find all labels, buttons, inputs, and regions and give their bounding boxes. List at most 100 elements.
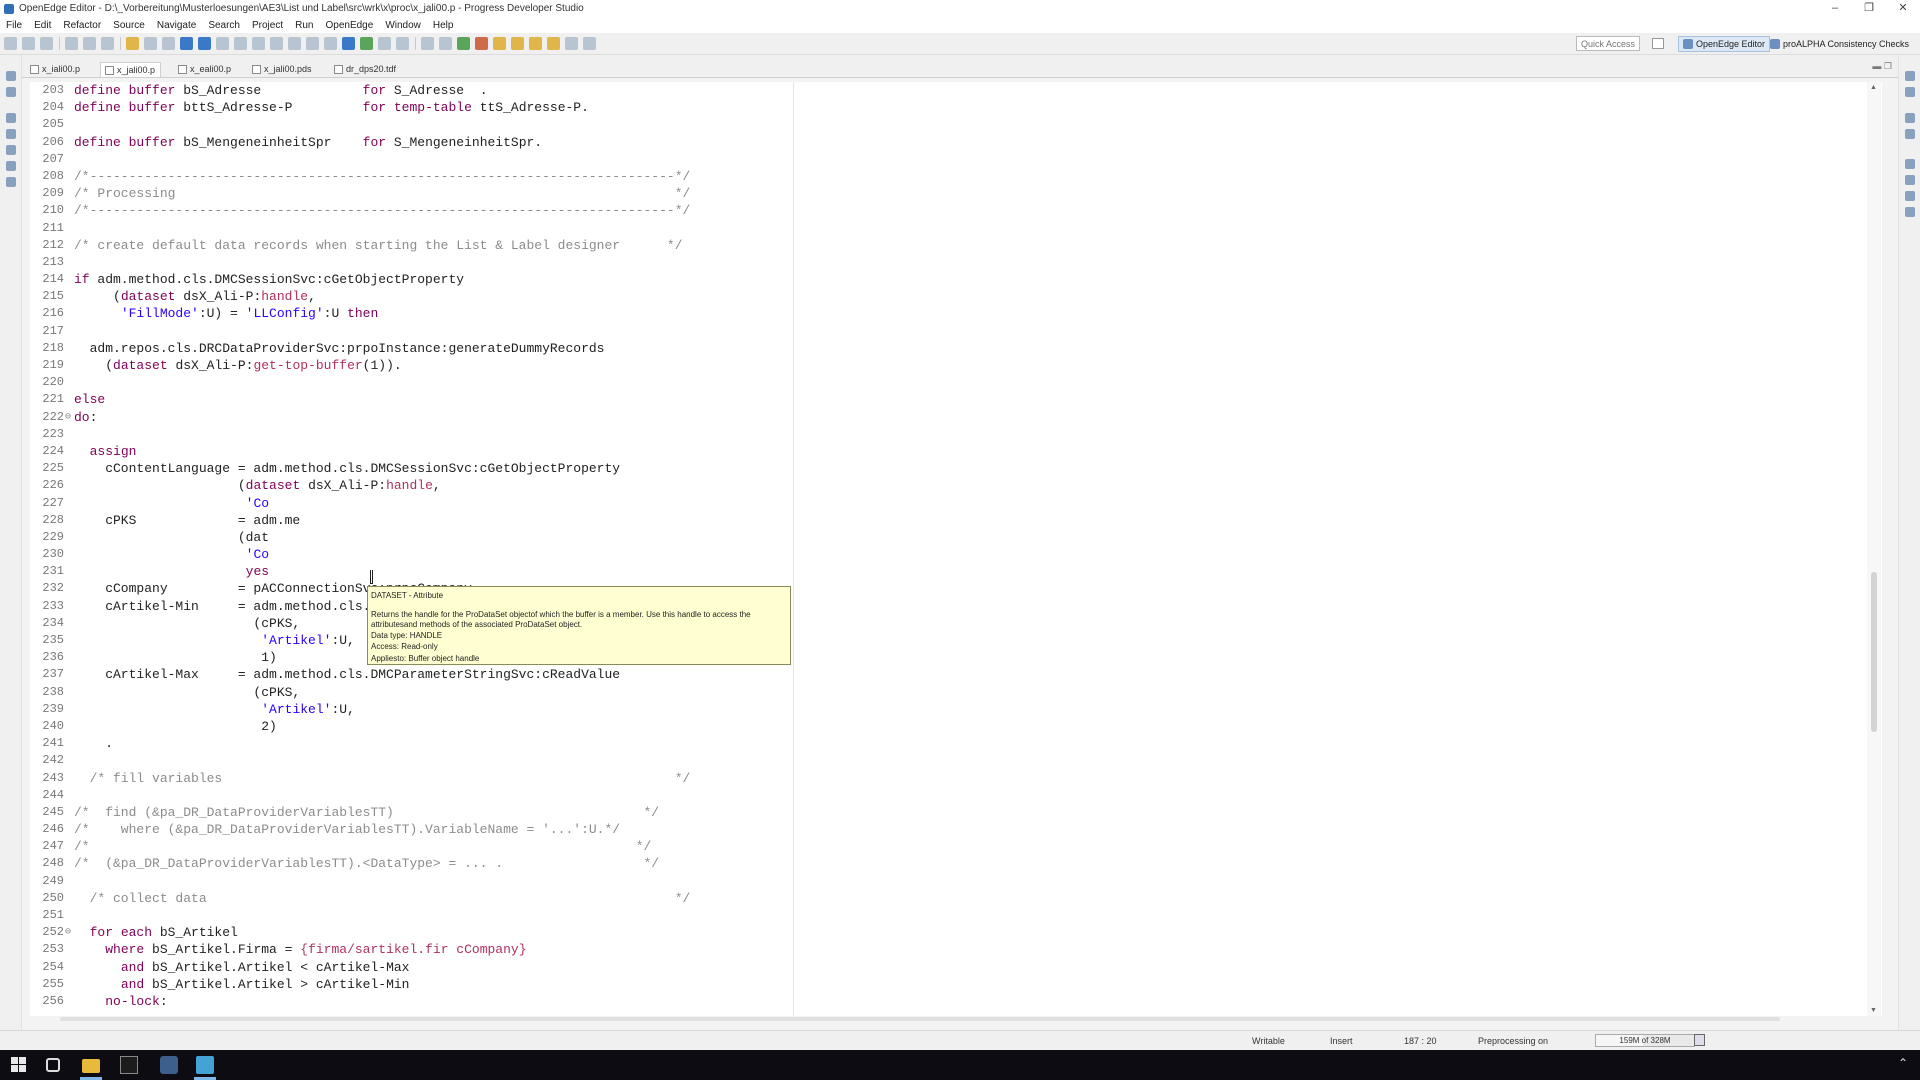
code-line[interactable]: 237 cArtikel-Max = adm.method.cls.DMCPar…: [30, 666, 1870, 683]
code-line[interactable]: 239 'Artikel':U,: [30, 701, 1870, 718]
code-line[interactable]: 218 adm.repos.cls.DRCDataProviderSvc:prp…: [30, 340, 1870, 357]
code-line[interactable]: 225 cContentLanguage = adm.method.cls.DM…: [30, 460, 1870, 477]
database-view-icon[interactable]: [6, 177, 16, 187]
terminal-icon[interactable]: [120, 1056, 138, 1074]
fold-toggle-icon[interactable]: ⊖: [65, 409, 71, 426]
code-line[interactable]: 245 /* find (&pa_DR_DataProviderVariables…: [30, 804, 1870, 821]
code-line[interactable]: 254 and bS_Artikel.Artikel < cArtikel-Ma…: [30, 959, 1870, 976]
menu-edit[interactable]: Edit: [34, 20, 51, 31]
menu-file[interactable]: File: [6, 20, 22, 31]
comment-icon[interactable]: [234, 37, 247, 50]
expand-icon[interactable]: [270, 37, 283, 50]
scroll-down-icon[interactable]: ▼: [1870, 1007, 1877, 1014]
format-icon[interactable]: [180, 37, 193, 50]
database-icon[interactable]: [342, 37, 355, 50]
code-line[interactable]: 235 'Artikel':U,: [30, 632, 1870, 649]
server-icon[interactable]: [6, 161, 16, 171]
save-all-icon[interactable]: [40, 37, 53, 50]
windows-start-icon[interactable]: [10, 1056, 28, 1074]
minimize-button[interactable]: –: [1818, 0, 1852, 17]
check-syntax-icon[interactable]: [162, 37, 175, 50]
fold-toggle-icon[interactable]: ⊖: [65, 924, 71, 941]
vertical-scrollbar[interactable]: ▲ ▼: [1867, 82, 1881, 1016]
outline-view-icon[interactable]: [1905, 87, 1915, 97]
code-line[interactable]: 203 define buffer bS_Adresse for S_Adress…: [30, 82, 1870, 99]
code-line[interactable]: 230 'Co: [30, 546, 1870, 563]
settings-icon[interactable]: [439, 37, 452, 50]
code-line[interactable]: 241 .: [30, 735, 1870, 752]
code-line[interactable]: 244: [30, 787, 1870, 804]
scroll-thumb[interactable]: [1871, 572, 1877, 732]
code-line[interactable]: 250 /* collect data */: [30, 890, 1870, 907]
menu-refactor[interactable]: Refactor: [63, 20, 101, 31]
problems-icon[interactable]: [6, 145, 16, 155]
menu-openedge[interactable]: OpenEdge: [325, 20, 373, 31]
toggle-mark-icon[interactable]: [306, 37, 319, 50]
close-button[interactable]: ✕: [1886, 0, 1920, 17]
tasks-icon[interactable]: [1905, 191, 1915, 201]
collapse-icon[interactable]: [288, 37, 301, 50]
code-line[interactable]: 208 /*-----------------------------------…: [30, 168, 1870, 185]
code-line[interactable]: 221 else: [30, 391, 1870, 408]
console-icon[interactable]: [1905, 175, 1915, 185]
back-icon[interactable]: [565, 37, 578, 50]
open-type-icon[interactable]: [126, 37, 139, 50]
code-line[interactable]: 228 cPKS = adm.me: [30, 512, 1870, 529]
code-line[interactable]: 248 /* (&pa_DR_DataProviderVariablesTT).<…: [30, 855, 1870, 872]
compile-icon[interactable]: [144, 37, 157, 50]
code-line[interactable]: 217: [30, 323, 1870, 340]
file-explorer-icon[interactable]: [82, 1059, 100, 1073]
new-file-icon[interactable]: [4, 37, 17, 50]
open-perspective-icon[interactable]: [1652, 38, 1664, 49]
code-line[interactable]: 224 assign: [30, 443, 1870, 460]
forward-icon[interactable]: [583, 37, 596, 50]
tab-x-jali00-pds[interactable]: x_jali00.pds: [248, 62, 317, 77]
code-line[interactable]: 209 /* Processing */: [30, 185, 1870, 202]
code-line[interactable]: 220: [30, 374, 1870, 391]
code-line[interactable]: 247 /* */: [30, 838, 1870, 855]
code-line[interactable]: 210 /*-----------------------------------…: [30, 202, 1870, 219]
restore-icon[interactable]: [1905, 113, 1915, 123]
previous-annotation-icon[interactable]: [547, 37, 560, 50]
print-icon[interactable]: [65, 37, 78, 50]
quick-access-input[interactable]: [1576, 36, 1640, 51]
code-line[interactable]: 229 (dat: [30, 529, 1870, 546]
menu-project[interactable]: Project: [252, 20, 283, 31]
restore-view-icon[interactable]: [1905, 71, 1915, 81]
properties-icon[interactable]: [1905, 129, 1915, 139]
code-line[interactable]: 238 (cPKS,: [30, 684, 1870, 701]
code-line[interactable]: 223: [30, 426, 1870, 443]
code-line[interactable]: 242: [30, 752, 1870, 769]
code-line[interactable]: 222 ⊖ do:: [30, 409, 1870, 426]
code-line[interactable]: 213: [30, 254, 1870, 271]
external-tools-icon[interactable]: [475, 37, 488, 50]
open-folder-icon[interactable]: [493, 37, 506, 50]
menu-run[interactable]: Run: [295, 20, 313, 31]
code-line[interactable]: 215 (dataset dsX_Ali-P:handle,: [30, 288, 1870, 305]
run-icon[interactable]: [457, 37, 470, 50]
tab-x-jali00[interactable]: x_jali00.p: [100, 62, 162, 77]
perspective-openedge-editor[interactable]: OpenEdge Editor: [1678, 36, 1771, 52]
code-editor[interactable]: 203 define buffer bS_Adresse for S_Adress…: [30, 82, 1882, 1016]
outdent-icon[interactable]: [216, 37, 229, 50]
text-a-icon[interactable]: [378, 37, 391, 50]
tab-x-iali00[interactable]: x_iali00.p: [26, 62, 85, 77]
project-icon[interactable]: [6, 129, 16, 139]
code-line[interactable]: 214 if adm.method.cls.DMCSessionSvc:cGetO…: [30, 271, 1870, 288]
uncomment-icon[interactable]: [252, 37, 265, 50]
undo-icon[interactable]: [83, 37, 96, 50]
save-icon[interactable]: [22, 37, 35, 50]
code-line[interactable]: 207: [30, 151, 1870, 168]
horizontal-scrollbar[interactable]: [60, 1016, 1860, 1022]
code-line[interactable]: 212 /* create default data records when s…: [30, 237, 1870, 254]
search-icon[interactable]: [324, 37, 337, 50]
code-line[interactable]: 249: [30, 873, 1870, 890]
menu-source[interactable]: Source: [113, 20, 145, 31]
code-line[interactable]: 204 define buffer bttS_Adresse-P for temp…: [30, 99, 1870, 116]
code-line[interactable]: 253 where bS_Artikel.Firma = {firma/sart…: [30, 941, 1870, 958]
code-line[interactable]: 206 define buffer bS_MengeneinheitSpr for…: [30, 134, 1870, 151]
code-line[interactable]: 211: [30, 220, 1870, 237]
code-line[interactable]: 252 ⊖ for each bS_Artikel: [30, 924, 1870, 941]
code-line[interactable]: 246 /* where (&pa_DR_DataProviderVariable…: [30, 821, 1870, 838]
developer-studio-icon[interactable]: [196, 1056, 214, 1074]
